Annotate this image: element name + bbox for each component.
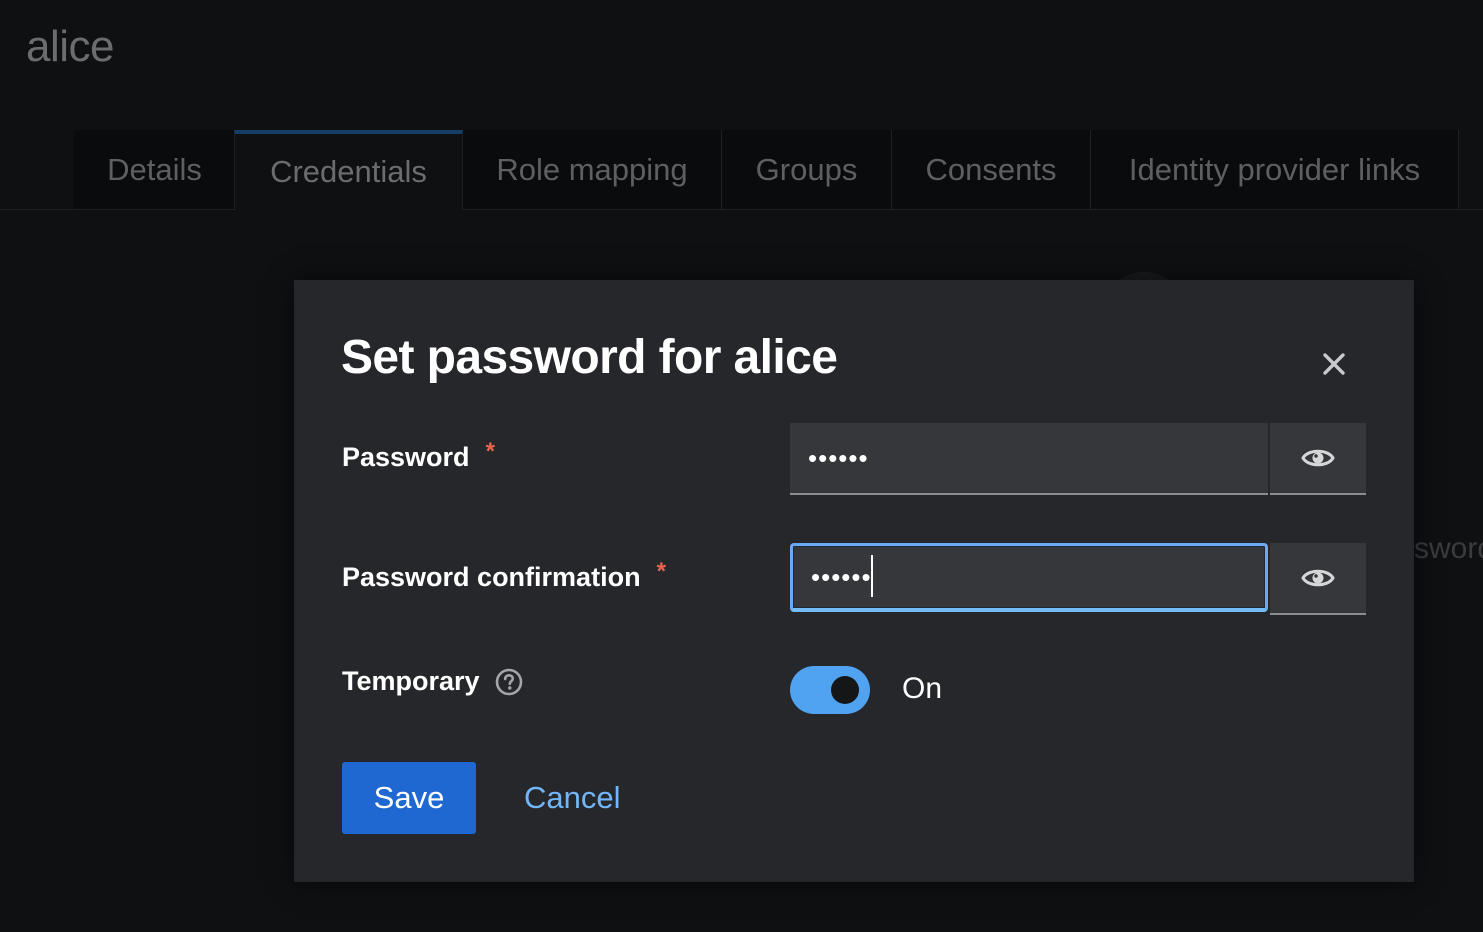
user-details-page: alice Details Credentials Role mapping G…	[0, 0, 1483, 932]
password-confirmation-input[interactable]	[790, 543, 1268, 612]
close-icon	[1323, 353, 1345, 375]
password-input-group	[790, 423, 1366, 495]
required-marker: *	[656, 557, 666, 585]
tab-credentials[interactable]: Credentials	[234, 130, 463, 210]
eye-icon	[1301, 569, 1335, 587]
save-button[interactable]: Save	[342, 762, 476, 834]
toggle-knob	[831, 676, 859, 704]
password-input[interactable]	[790, 423, 1268, 495]
temporary-toggle[interactable]	[790, 666, 870, 714]
background-text: sword	[1414, 532, 1483, 565]
temporary-label: Temporary	[342, 666, 524, 697]
password-label-text: Password	[342, 442, 470, 472]
tab-role-mapping[interactable]: Role mapping	[463, 130, 722, 209]
text-caret	[871, 555, 873, 597]
eye-icon	[1301, 449, 1335, 467]
temporary-label-text: Temporary	[342, 666, 480, 696]
show-password-confirmation-button[interactable]	[1270, 543, 1366, 615]
modal-title: Set password for alice	[341, 331, 838, 384]
close-button[interactable]	[1316, 346, 1352, 382]
tab-identity-provider-links[interactable]: Identity provider links	[1091, 130, 1459, 209]
temporary-toggle-state: On	[902, 672, 943, 705]
show-password-button[interactable]	[1270, 423, 1366, 495]
page-title: alice	[26, 22, 115, 71]
tab-bar: Details Credentials Role mapping Groups …	[0, 130, 1483, 210]
cancel-button[interactable]: Cancel	[514, 762, 631, 834]
set-password-modal: Set password for alice Password * Passw	[294, 280, 1414, 882]
password-confirmation-label-text: Password confirmation	[342, 562, 641, 592]
password-confirmation-label: Password confirmation *	[342, 558, 666, 593]
tab-details[interactable]: Details	[74, 130, 236, 209]
password-confirmation-input-group	[790, 543, 1366, 615]
password-label: Password *	[342, 438, 495, 473]
tab-groups[interactable]: Groups	[722, 130, 892, 209]
required-marker: *	[485, 437, 495, 465]
tab-consents[interactable]: Consents	[892, 130, 1091, 209]
help-circle-icon[interactable]	[494, 667, 524, 697]
